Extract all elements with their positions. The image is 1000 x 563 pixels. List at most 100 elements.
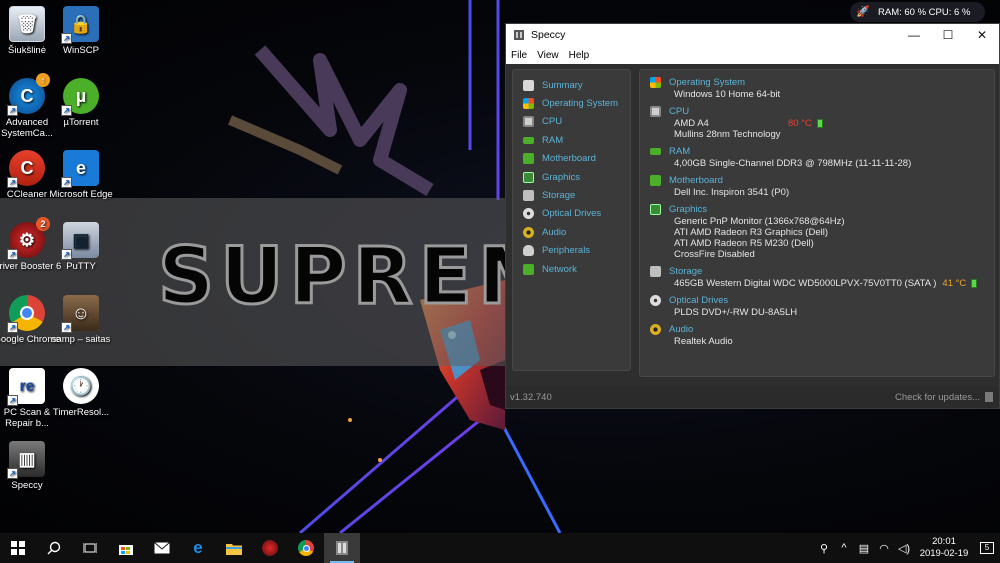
- section-value-row: AMD A4 80 °C: [650, 118, 994, 129]
- section-value: ATI AMD Radeon R3 Graphics (Dell): [674, 227, 828, 238]
- desktop-icon-speccy[interactable]: ▥ ↗ Speccy: [0, 441, 62, 491]
- section-value: Mullins 28nm Technology: [674, 129, 781, 140]
- desktop-icon-label: WinSCP: [63, 45, 99, 56]
- desktop-icon-putty[interactable]: ▣ ↗ PuTTY: [46, 222, 116, 272]
- desktop-icon-label: µTorrent: [63, 117, 99, 128]
- desktop-icon-winscp[interactable]: 🔒 ↗ WinSCP: [46, 6, 116, 56]
- nav-label: Peripherals: [542, 245, 591, 257]
- task-view-button[interactable]: [72, 533, 108, 563]
- summary-section-optical: Optical Drives PLDS DVD+/-RW DU-8A5LH: [650, 294, 994, 318]
- shortcut-arrow-icon: ↗: [7, 322, 18, 333]
- section-title[interactable]: Motherboard: [669, 175, 723, 186]
- samp-icon: ☺ ↗: [61, 295, 99, 333]
- volume-icon[interactable]: ◁): [894, 542, 914, 555]
- nav-label: RAM: [542, 134, 564, 146]
- desktop-icon-timerresolution[interactable]: 🕐 TimerResol...: [46, 368, 116, 418]
- temperature-indicator-icon: [971, 279, 978, 288]
- speccy-app-icon: [512, 28, 526, 42]
- section-title[interactable]: RAM: [669, 146, 690, 157]
- section-title[interactable]: Storage: [669, 266, 702, 277]
- menu-bar: File View Help: [506, 46, 999, 64]
- nav-item-motherboard[interactable]: Motherboard: [513, 150, 630, 168]
- desktop-icon-label: Microsoft Edge: [49, 189, 113, 200]
- ram-icon: [523, 136, 534, 144]
- taskbar-file-explorer[interactable]: [216, 533, 252, 563]
- summary-panel: Operating System Windows 10 Home 64-bit …: [639, 69, 995, 377]
- edge-icon: e ↗: [61, 150, 99, 188]
- desktop-icon-label: PuTTY: [66, 261, 96, 272]
- storage-temperature: 41 °C: [942, 278, 967, 289]
- summary-section-os: Operating System Windows 10 Home 64-bit: [650, 76, 994, 100]
- windows-logo-icon: [11, 541, 25, 555]
- nav-item-cpu[interactable]: CPU: [513, 113, 630, 131]
- system-tray: ⚲ ^ ▤ ◠ ◁) 20:01 2019-02-19 5: [814, 533, 1000, 563]
- section-title[interactable]: Operating System: [669, 77, 745, 88]
- speccy-window[interactable]: Speccy — ☐ ✕ File View Help Summary Oper…: [505, 23, 1000, 409]
- nav-item-operating-system[interactable]: Operating System: [513, 94, 630, 112]
- nav-label: Network: [542, 263, 577, 275]
- nav-item-audio[interactable]: Audio: [513, 223, 630, 241]
- nav-item-optical-drives[interactable]: Optical Drives: [513, 205, 630, 223]
- network-status-icon[interactable]: ▤: [854, 542, 874, 555]
- start-button[interactable]: [0, 533, 36, 563]
- menu-file[interactable]: File: [511, 50, 527, 61]
- nav-item-ram[interactable]: RAM: [513, 131, 630, 149]
- taskbar-clock[interactable]: 20:01 2019-02-19: [914, 536, 974, 560]
- shortcut-arrow-icon: ↗: [61, 322, 72, 333]
- nav-item-peripherals[interactable]: Peripherals: [513, 242, 630, 260]
- minimize-button[interactable]: —: [897, 24, 931, 46]
- taskbar-speccy[interactable]: [324, 533, 360, 563]
- ram-icon: [650, 148, 661, 155]
- window-titlebar[interactable]: Speccy — ☐ ✕: [506, 24, 999, 46]
- taskbar: e ⚲ ^ ▤ ◠ ◁) 20:01 2019-02-19 5: [0, 533, 1000, 563]
- menu-help[interactable]: Help: [569, 50, 590, 61]
- section-value: Realtek Audio: [674, 336, 733, 347]
- shortcut-arrow-icon: ↗: [7, 249, 18, 260]
- taskbar-mail[interactable]: [144, 533, 180, 563]
- summary-icon: [523, 79, 534, 91]
- close-button[interactable]: ✕: [965, 24, 999, 46]
- summary-section-graphics: Graphics Generic PnP Monitor (1366x768@6…: [650, 203, 994, 260]
- ccleaner-icon: C ↗: [7, 150, 45, 188]
- action-center-button[interactable]: 5: [974, 533, 1000, 563]
- search-button[interactable]: [36, 533, 72, 563]
- taskbar-driver-booster[interactable]: [252, 533, 288, 563]
- store-icon: [119, 545, 133, 555]
- meter-text: RAM: 60 % CPU: 6 %: [878, 6, 971, 18]
- system-meter-widget[interactable]: 🚀 RAM: 60 % CPU: 6 %: [850, 2, 985, 22]
- taskbar-edge[interactable]: e: [180, 533, 216, 563]
- section-title[interactable]: Graphics: [669, 204, 707, 215]
- people-icon[interactable]: ⚲: [814, 542, 834, 555]
- taskbar-chrome[interactable]: [288, 533, 324, 563]
- desktop-icon-utorrent[interactable]: µ ↗ µTorrent: [46, 78, 116, 128]
- shortcut-arrow-icon: ↗: [7, 177, 18, 188]
- section-value: AMD A4: [674, 118, 709, 129]
- windows-icon: [650, 77, 661, 88]
- storage-icon: [650, 266, 661, 277]
- nav-item-storage[interactable]: Storage: [513, 186, 630, 204]
- section-value: Generic PnP Monitor (1366x768@64Hz): [674, 216, 845, 227]
- nav-label: Motherboard: [542, 153, 596, 165]
- cpu-temperature: 80 °C: [788, 118, 812, 129]
- section-title[interactable]: CPU: [669, 106, 689, 117]
- nav-item-network[interactable]: Network: [513, 260, 630, 278]
- desktop-icon-microsoft-edge[interactable]: e ↗ Microsoft Edge: [46, 150, 116, 200]
- show-hidden-icons-chevron-up-icon[interactable]: ^: [834, 542, 854, 554]
- nav-item-graphics[interactable]: Graphics: [513, 168, 630, 186]
- section-value: 465GB Western Digital WDC WD5000LPVX-75V…: [674, 278, 937, 289]
- menu-view[interactable]: View: [537, 50, 559, 61]
- check-updates-link[interactable]: Check for updates...: [895, 392, 993, 403]
- recycle-bin-icon: 🗑: [9, 6, 45, 42]
- nav-item-summary[interactable]: Summary: [513, 76, 630, 94]
- nav-label: CPU: [542, 116, 563, 128]
- motherboard-icon: [650, 175, 661, 186]
- nav-label: Storage: [542, 190, 576, 202]
- section-title[interactable]: Optical Drives: [669, 295, 728, 306]
- wifi-icon[interactable]: ◠: [874, 542, 894, 555]
- section-value: Windows 10 Home 64-bit: [674, 89, 781, 100]
- summary-section-motherboard: Motherboard Dell Inc. Inspiron 3541 (P0): [650, 174, 994, 198]
- desktop-icon-samp[interactable]: ☺ ↗ samp – saitas: [46, 295, 116, 345]
- taskbar-store[interactable]: [108, 533, 144, 563]
- section-title[interactable]: Audio: [669, 324, 693, 335]
- maximize-button[interactable]: ☐: [931, 24, 965, 46]
